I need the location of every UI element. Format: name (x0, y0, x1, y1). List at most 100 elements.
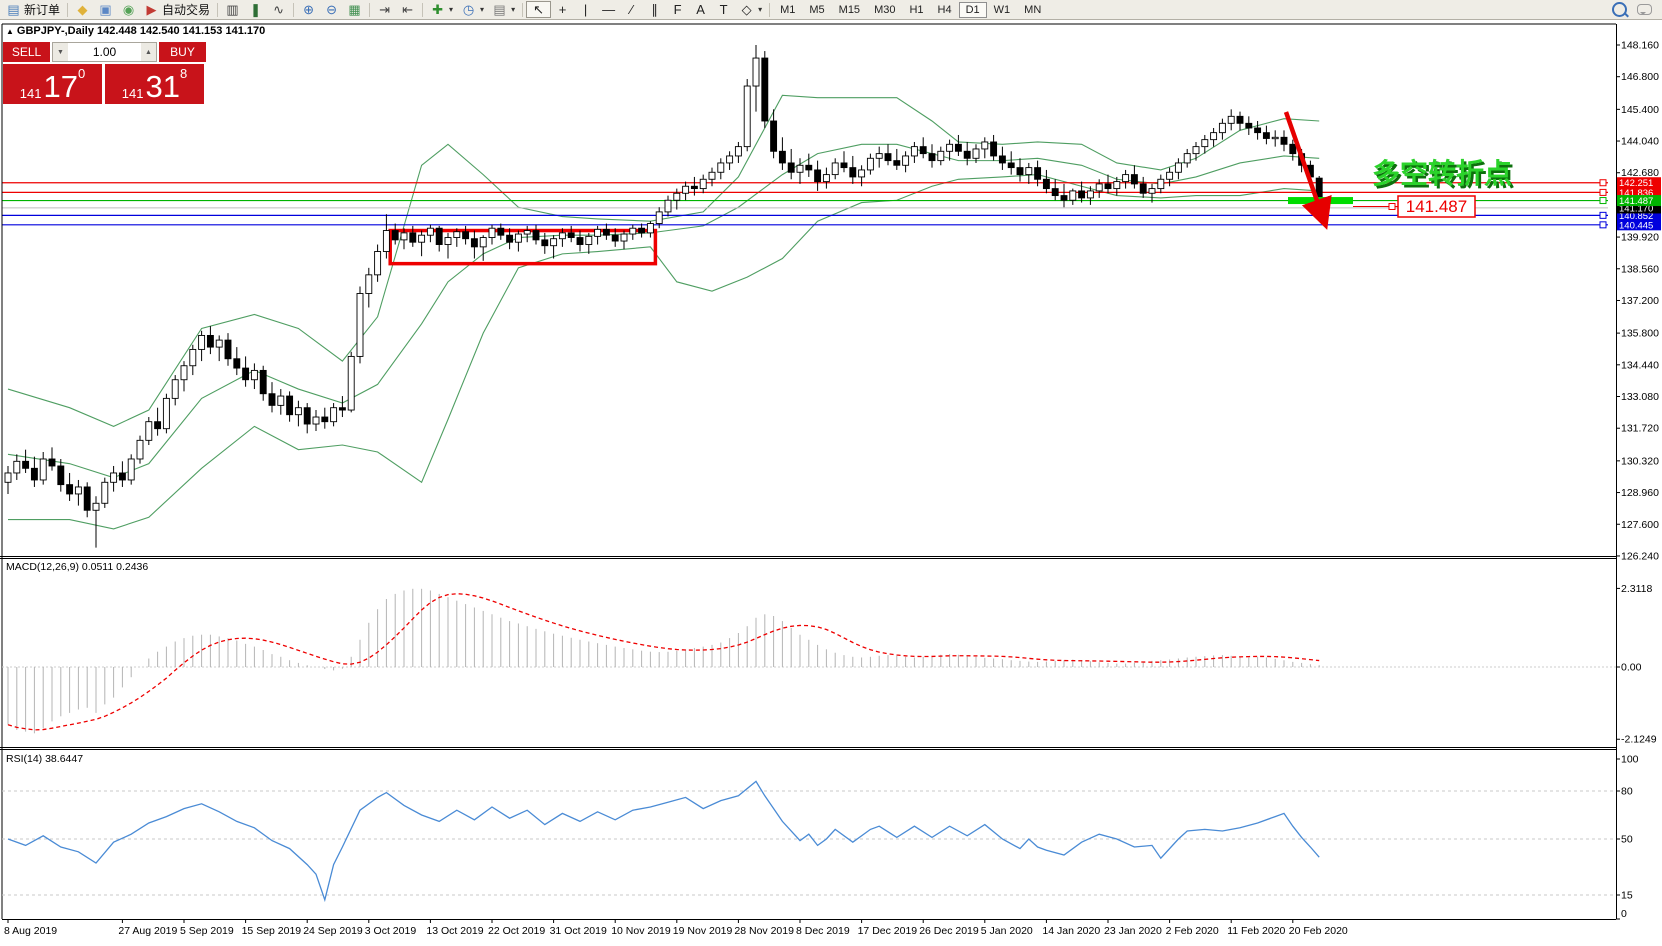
price-axis-tick: 130.320 (1621, 455, 1659, 467)
timeframe-m5[interactable]: M5 (802, 2, 831, 18)
timeframe-mn[interactable]: MN (1017, 2, 1048, 18)
candle-body (709, 172, 715, 179)
price-tag-anchor[interactable] (1389, 204, 1395, 210)
timeframe-h4[interactable]: H4 (931, 2, 959, 18)
text-icon[interactable]: A (689, 2, 712, 17)
candlestick-chart-icon[interactable]: ❚ (244, 2, 267, 17)
timeframe-w1[interactable]: W1 (987, 2, 1018, 18)
candle-body (779, 151, 785, 163)
new-order-button[interactable]: ▤新订单 (2, 0, 64, 19)
candle-body (823, 175, 829, 182)
text-icon: A (693, 3, 708, 16)
candle-body (1149, 189, 1155, 194)
candle-body (5, 473, 11, 482)
price-line-label-text: 140.445 (1619, 220, 1653, 231)
price-axis-tick: 126.240 (1621, 550, 1659, 562)
candle-body (1228, 116, 1234, 123)
price-axis-tick: 127.600 (1621, 519, 1659, 531)
date-axis-label: 13 Oct 2019 (426, 925, 483, 937)
date-axis-label: 27 Aug 2019 (118, 925, 177, 937)
crosshair-icon[interactable]: + (551, 2, 574, 17)
candle-body (1035, 168, 1041, 180)
autotrade-button[interactable]: ▶自动交易 (140, 0, 214, 19)
candle-body (463, 232, 469, 239)
line-anchor-handle[interactable] (1600, 212, 1606, 218)
line-anchor-handle[interactable] (1600, 198, 1606, 204)
candle-body (58, 466, 64, 485)
candle-body (1140, 184, 1146, 193)
zoom-in-icon[interactable]: ⊕ (297, 2, 320, 17)
candle-body (163, 398, 169, 428)
support-highlight-bar[interactable] (1288, 197, 1353, 204)
chart-canvas[interactable]: 多空转折点多空转折点141.487148.160146.800145.40014… (0, 0, 1662, 946)
candle-body (920, 147, 926, 154)
one-click-trade-panel: SELL ▼ 1.00 ▲ BUY 141 17 0 141 31 8 (3, 42, 206, 104)
vertical-line-icon[interactable]: | (574, 2, 597, 17)
price-axis-tick: 137.200 (1621, 295, 1659, 307)
buy-price-box[interactable]: 141 31 8 (105, 64, 204, 104)
candle-body (216, 340, 222, 347)
candle-body (630, 228, 636, 234)
volume-input[interactable]: 1.00 (68, 43, 141, 61)
trendline-icon[interactable]: ∕ (620, 2, 643, 17)
candle-body (753, 58, 759, 86)
trendline-icon: ∕ (624, 3, 639, 16)
chat-icon[interactable] (1637, 4, 1652, 15)
fibonacci-icon[interactable]: F (666, 2, 689, 17)
date-axis-label: 26 Dec 2019 (919, 925, 979, 937)
candle-body (207, 335, 213, 347)
sep6 (522, 3, 523, 17)
shapes-icon[interactable]: ◇▾ (735, 2, 766, 17)
compose-icon[interactable]: ◆ (71, 2, 94, 17)
date-axis-label: 22 Oct 2019 (488, 925, 545, 937)
candle-body (401, 233, 407, 240)
line-chart-icon[interactable]: ∿ (267, 2, 290, 17)
volume-down-button[interactable]: ▼ (53, 43, 68, 61)
search-icon[interactable] (1612, 2, 1627, 17)
label-icon[interactable]: T (712, 2, 735, 17)
toolbar: ▤新订单◆▣◉▶自动交易▥❚∿⊕⊖▦⇥⇤✚▾◷▾▤▾↖+|—∕∥FAT◇▾M1M… (0, 0, 1662, 20)
candle-body (1052, 189, 1058, 196)
oneclick-collapse-arrow[interactable]: ▲ (6, 27, 14, 36)
candle-body (1246, 123, 1252, 128)
sell-button[interactable]: SELL (3, 42, 50, 62)
candle-body (278, 396, 284, 405)
candle-body (295, 408, 301, 415)
price-axis-tick: 133.080 (1621, 391, 1659, 403)
templates-icon: ▤ (492, 3, 507, 16)
profile-icon[interactable]: ▣ (94, 2, 117, 17)
candle-body (322, 417, 328, 422)
channel-icon[interactable]: ∥ (643, 2, 666, 17)
toolbar-right-group (1612, 2, 1660, 17)
chart-shift-icon[interactable]: ⇤ (396, 2, 419, 17)
zoom-out-icon[interactable]: ⊖ (320, 2, 343, 17)
rsi-axis-tick: 80 (1621, 786, 1633, 798)
tile-windows-icon[interactable]: ▦ (343, 2, 366, 17)
timeframe-m1[interactable]: M1 (773, 2, 802, 18)
timeframe-d1[interactable]: D1 (959, 2, 987, 18)
signal-icon[interactable]: ◉ (117, 2, 140, 17)
chart-shift-icon: ⇤ (400, 3, 415, 16)
cursor-icon[interactable]: ↖ (526, 1, 551, 18)
periods-icon[interactable]: ◷▾ (457, 2, 488, 17)
line-anchor-handle[interactable] (1600, 180, 1606, 186)
sell-price-box[interactable]: 141 17 0 (3, 64, 102, 104)
symbol-info: ▲GBPJPY-,Daily 142.448 142.540 141.153 1… (6, 25, 265, 37)
line-anchor-handle[interactable] (1600, 222, 1606, 228)
buy-price-sup: 8 (180, 66, 187, 81)
timeframe-m15[interactable]: M15 (832, 2, 867, 18)
auto-scroll-icon[interactable]: ⇥ (373, 2, 396, 17)
candle-body (75, 487, 81, 494)
candle-body (498, 228, 504, 235)
templates-icon[interactable]: ▤▾ (488, 2, 519, 17)
candle-body (859, 170, 865, 177)
bar-chart-icon[interactable]: ▥ (221, 2, 244, 17)
timeframe-m30[interactable]: M30 (867, 2, 902, 18)
indicators-icon[interactable]: ✚▾ (426, 2, 457, 17)
volume-up-button[interactable]: ▲ (141, 43, 156, 61)
buy-button[interactable]: BUY (159, 42, 206, 62)
horizontal-line-icon[interactable]: — (597, 2, 620, 17)
candle-body (718, 163, 724, 172)
line-anchor-handle[interactable] (1600, 189, 1606, 195)
timeframe-h1[interactable]: H1 (902, 2, 930, 18)
